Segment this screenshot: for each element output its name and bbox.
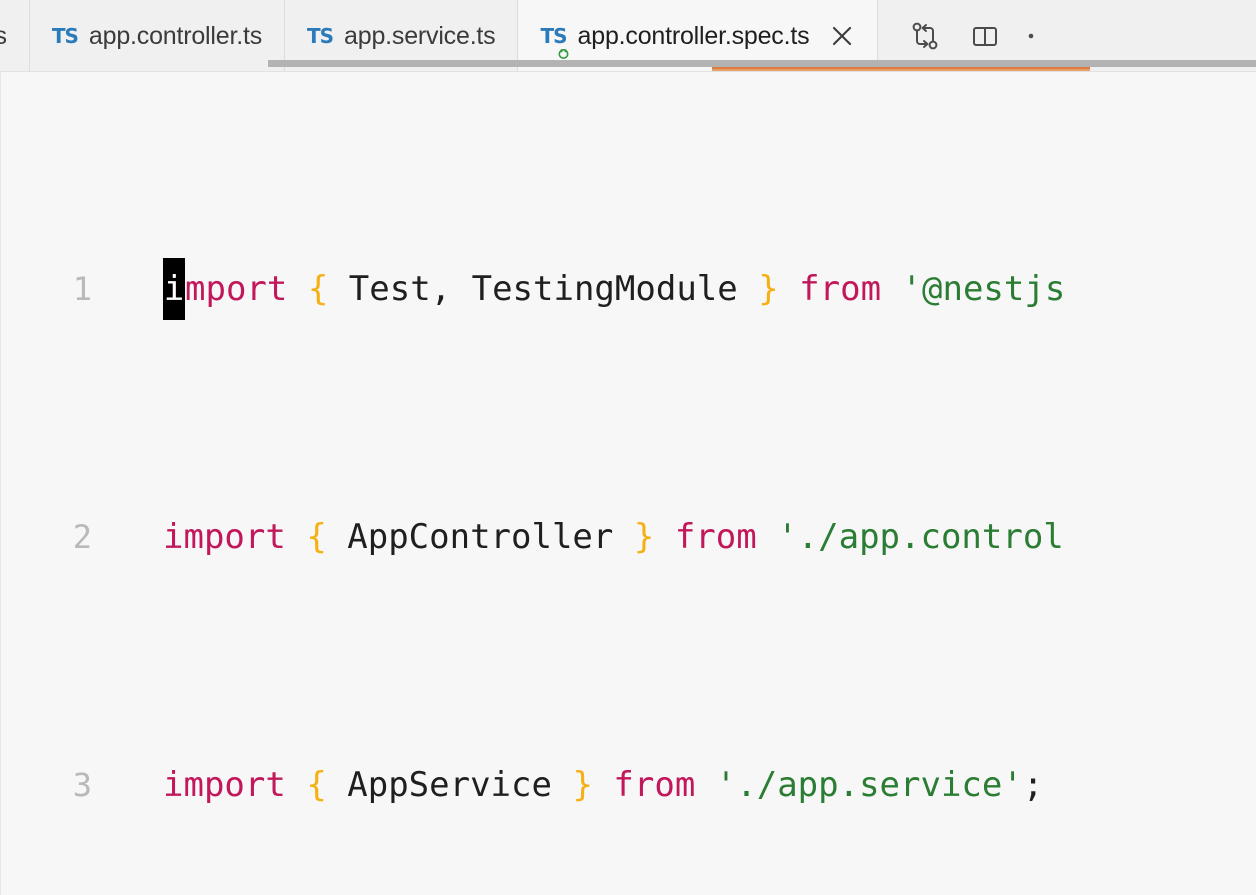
- tab-label: app.service.ts: [344, 21, 496, 50]
- token-keyword: from: [799, 269, 882, 309]
- code-line: 3 import { AppService } from './app.serv…: [1, 754, 1256, 816]
- text-cursor: i: [163, 258, 185, 320]
- code-content: 1 import { Test, TestingModule } from '@…: [1, 72, 1256, 895]
- line-number: 3: [72, 766, 92, 804]
- line-number: 1: [72, 270, 92, 308]
- typescript-test-icon: TS: [540, 26, 569, 59]
- close-icon[interactable]: [829, 23, 855, 49]
- token-string: '@nestjs: [901, 269, 1066, 309]
- tabbar-underlay: [0, 58, 1256, 72]
- token-identifier: AppController: [326, 517, 634, 557]
- token-keyword: from: [674, 517, 757, 557]
- code-editor[interactable]: 1 import { Test, TestingModule } from '@…: [0, 72, 1256, 895]
- token-string: './app.service': [715, 765, 1023, 805]
- line-source[interactable]: import { Test, TestingModule } from '@ne…: [114, 258, 1256, 320]
- token-brace: }: [633, 517, 655, 557]
- typescript-icon: TS: [51, 24, 79, 48]
- compare-changes-icon[interactable]: [908, 19, 942, 53]
- token-brace: {: [306, 517, 327, 557]
- token-brace: }: [572, 765, 593, 805]
- line-number: 2: [72, 518, 92, 556]
- token-keyword: import: [163, 517, 286, 557]
- token-identifier: Test, TestingModule: [328, 269, 759, 309]
- code-line: 2 import { AppController } from './app.c…: [1, 506, 1256, 568]
- token-string: './app.control: [777, 517, 1064, 557]
- tab-label: app.controller.spec.ts: [577, 21, 810, 50]
- token-keyword: from: [613, 765, 696, 805]
- token-keyword: import: [163, 765, 286, 805]
- split-editor-icon[interactable]: [968, 19, 1002, 53]
- tab-scrollbar[interactable]: [268, 60, 1256, 67]
- editor-tab-bar: le.ts TS app.controller.ts TS app.servic…: [0, 0, 1256, 72]
- token-identifier: AppService: [326, 765, 573, 805]
- tab-label: le.ts: [0, 21, 7, 50]
- line-source[interactable]: import { AppController } from './app.con…: [114, 506, 1256, 568]
- test-badge-icon: [558, 42, 569, 59]
- token-brace: }: [758, 269, 779, 309]
- token-keyword: mport: [185, 269, 288, 309]
- token-punct: ;: [1022, 765, 1044, 805]
- code-line: 1 import { Test, TestingModule } from '@…: [1, 258, 1256, 320]
- tab-label: app.controller.ts: [88, 21, 262, 50]
- token-brace: {: [307, 269, 329, 309]
- token-brace: {: [306, 765, 327, 805]
- typescript-icon: TS: [307, 24, 334, 48]
- more-actions-icon[interactable]: [1028, 19, 1046, 53]
- line-source[interactable]: import { AppService } from './app.servic…: [114, 754, 1256, 816]
